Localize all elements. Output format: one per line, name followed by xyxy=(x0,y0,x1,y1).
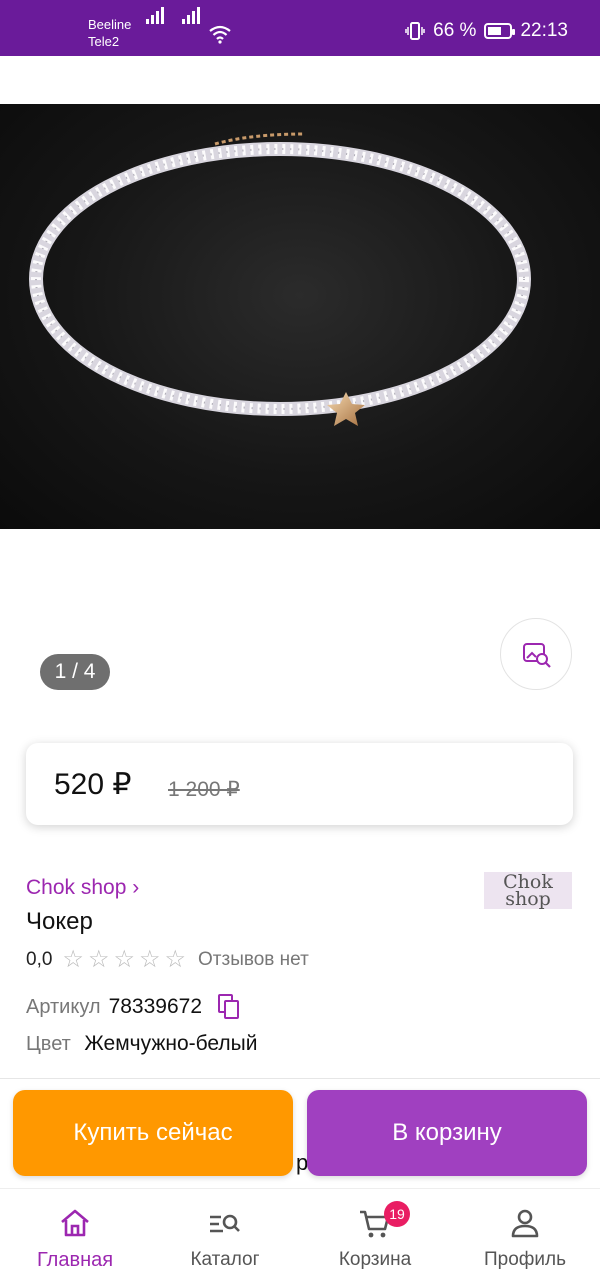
star-icon: ☆ xyxy=(138,946,161,973)
nav-home[interactable]: Главная xyxy=(0,1189,150,1283)
old-price: 1 200 ₽ xyxy=(168,778,240,801)
brand-logo-line-2: shop xyxy=(505,888,551,910)
star-icon: ☆ xyxy=(113,946,135,973)
rating-row[interactable]: 0,0 ☆ ☆ ☆ ☆ ☆ Отзывов нет xyxy=(26,948,309,972)
vibrate-icon xyxy=(405,22,425,40)
nav-cart[interactable]: 19 Корзина xyxy=(300,1189,450,1283)
star-icon: ☆ xyxy=(87,946,110,973)
price-card: 520 ₽ 1 200 ₽ xyxy=(26,743,573,825)
catalog-search-icon xyxy=(210,1214,240,1233)
sku-row: Артикул 78339672 xyxy=(26,994,240,1020)
star-icon: ☆ xyxy=(62,946,84,973)
nav-profile-label: Профиль xyxy=(483,1249,567,1270)
rating-value: 0,0 xyxy=(26,949,53,970)
battery-icon xyxy=(484,23,516,39)
image-search-icon xyxy=(523,643,551,668)
star-icon: ☆ xyxy=(164,946,186,973)
color-row: Цвет Жемчужно-белый xyxy=(26,1032,258,1056)
carrier-1: Beeline xyxy=(88,17,132,32)
color-label: Цвет xyxy=(26,1033,71,1055)
carrier-2: Tele2 xyxy=(88,34,120,49)
image-counter: 1 / 4 xyxy=(40,654,110,690)
profile-icon xyxy=(511,1209,539,1238)
copy-icon[interactable] xyxy=(218,994,240,1020)
necklace-image xyxy=(29,132,531,426)
brand-link[interactable]: Chok shop › xyxy=(26,876,139,900)
product-image[interactable] xyxy=(0,104,600,529)
sku-value: 78339672 xyxy=(108,995,202,1018)
clock: 22:13 xyxy=(520,20,568,41)
buy-now-button[interactable]: Купить сейчас xyxy=(13,1090,293,1176)
product-title: Чокер xyxy=(26,908,93,935)
divider xyxy=(0,1078,600,1079)
current-price: 520 ₽ xyxy=(54,768,132,801)
nav-catalog[interactable]: Каталог xyxy=(150,1189,300,1283)
status-bar: Beeline Tele2 66 % 22:13 xyxy=(0,0,600,56)
sku-label: Артикул xyxy=(26,995,101,1018)
reviews-text: Отзывов нет xyxy=(198,949,309,970)
status-right: 66 % 22:13 xyxy=(405,20,568,42)
nav-catalog-label: Каталог xyxy=(190,1249,260,1270)
color-value: Жемчужно-белый xyxy=(84,1032,258,1055)
home-icon xyxy=(61,1209,89,1237)
nav-home-label: Главная xyxy=(36,1249,114,1271)
bottom-nav: Главная Каталог 19 Корзина Профиль xyxy=(0,1188,600,1283)
battery-percent: 66 % xyxy=(433,20,477,41)
search-by-photo-button[interactable] xyxy=(500,618,572,690)
carrier-names: Beeline Tele2 xyxy=(88,16,131,50)
brand-logo[interactable]: Chok shop xyxy=(484,872,572,909)
nav-cart-label: Корзина xyxy=(338,1249,412,1270)
cart-badge: 19 xyxy=(384,1201,410,1227)
nav-profile[interactable]: Профиль xyxy=(450,1189,600,1283)
add-to-cart-button[interactable]: В корзину xyxy=(307,1090,587,1176)
wifi-icon xyxy=(209,25,231,44)
rating-stars: ☆ ☆ ☆ ☆ ☆ xyxy=(62,948,186,972)
